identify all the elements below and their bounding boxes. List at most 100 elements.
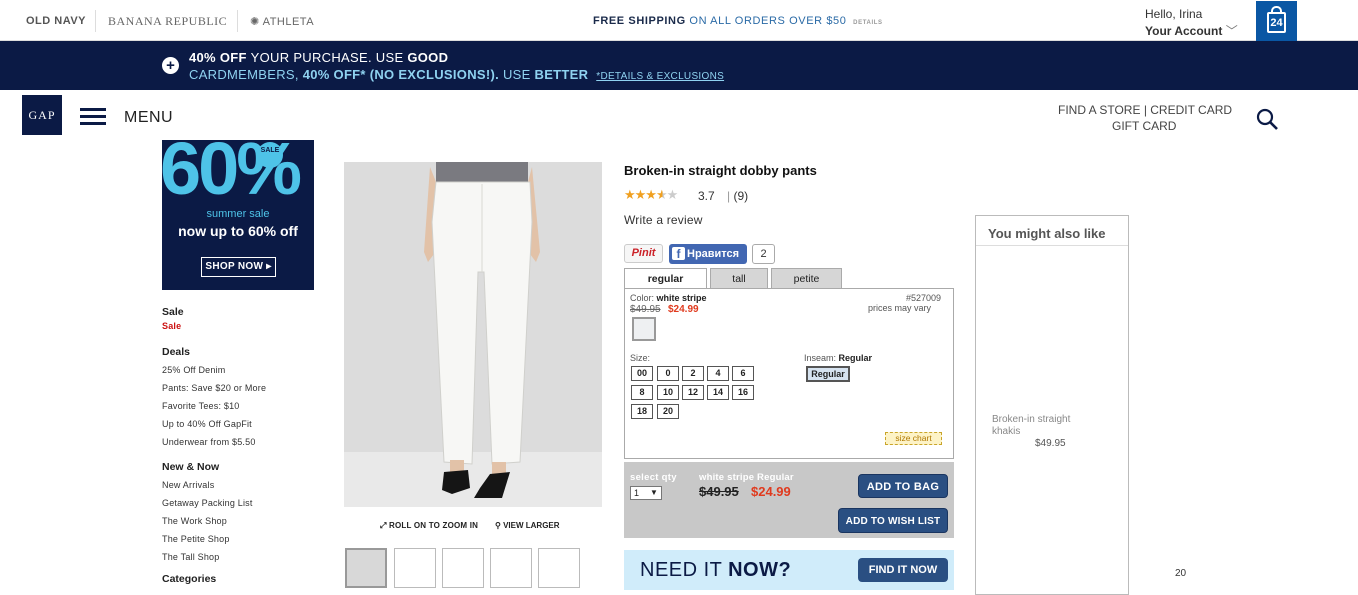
- nav-new-item[interactable]: New Arrivals: [162, 480, 214, 490]
- size-option[interactable]: 0: [657, 366, 679, 381]
- review-count[interactable]: | (9): [727, 189, 748, 203]
- select-qty-label: select qty: [630, 472, 677, 483]
- thumbnail-active[interactable]: [345, 548, 387, 588]
- size-option[interactable]: 8: [631, 385, 653, 400]
- promo-bold: 40% OFF: [189, 50, 247, 65]
- selected-item-name: white stripe Regular: [699, 472, 794, 483]
- account-dropdown[interactable]: Your Account ﹀: [1145, 22, 1238, 39]
- shop-now-button[interactable]: SHOP NOW ▸: [201, 257, 276, 277]
- original-price: $49.95: [630, 304, 661, 315]
- brand-banana-republic[interactable]: BANANA REPUBLIC: [108, 14, 227, 29]
- rating-sep: |: [727, 189, 731, 203]
- thumbnail[interactable]: [538, 548, 580, 588]
- find-a-store-link[interactable]: FIND A STORE: [1058, 103, 1140, 117]
- thumbnail[interactable]: [394, 548, 436, 588]
- add-to-wish-list-button[interactable]: ADD TO WISH LIST: [838, 508, 948, 533]
- selected-original-price: $49.95: [699, 484, 739, 499]
- sale-headline: now up to 60% off: [178, 223, 298, 239]
- thumbnail[interactable]: [490, 548, 532, 588]
- size-option[interactable]: 12: [682, 385, 704, 400]
- brand-athleta[interactable]: ✺ ATHLETA: [250, 15, 314, 28]
- nav-new-item[interactable]: The Petite Shop: [162, 534, 230, 544]
- tab-regular[interactable]: regular: [624, 268, 707, 290]
- size-option[interactable]: 6: [732, 366, 754, 381]
- search-icon[interactable]: [1256, 108, 1278, 130]
- review-count-label: (9): [733, 189, 749, 203]
- color-label: Color: white stripe: [630, 293, 707, 303]
- prices-may-vary: prices may vary: [868, 303, 932, 313]
- promo-better: BETTER: [534, 67, 589, 82]
- brand-bar: OLD NAVY BANANA REPUBLIC ✺ ATHLETA FREE …: [0, 0, 1358, 41]
- write-review-link[interactable]: Write a review: [624, 213, 703, 227]
- account-label: Your Account: [1145, 24, 1223, 38]
- rec-item-name[interactable]: Broken-in straight: [992, 414, 1070, 425]
- size-option[interactable]: 00: [631, 366, 653, 381]
- find-it-now-button[interactable]: FIND IT NOW: [858, 558, 948, 582]
- shipping-details-link[interactable]: DETAILS: [853, 20, 882, 26]
- quantity-select[interactable]: 1 ▼: [630, 486, 662, 500]
- nav-categories-heading: Categories: [162, 573, 217, 585]
- details-exclusions-link[interactable]: *DETAILS & EXCLUSIONS: [596, 71, 724, 82]
- credit-card-link[interactable]: | CREDIT CARD: [1144, 103, 1232, 117]
- need-it-a: NEED IT: [640, 559, 723, 581]
- rec-item-name-2[interactable]: khakis: [992, 426, 1020, 437]
- shopping-bag-button[interactable]: 24: [1256, 1, 1297, 41]
- athleta-label: ATHLETA: [262, 16, 315, 28]
- inseam-regular-option[interactable]: Regular: [806, 366, 850, 382]
- gap-logo[interactable]: GAP: [22, 95, 62, 135]
- chevron-down-icon: ﹀: [1225, 24, 1238, 38]
- gift-card-link[interactable]: GIFT CARD: [1112, 119, 1176, 133]
- inseam-label: Inseam: Regular: [804, 353, 872, 363]
- sale-price: $24.99: [668, 304, 699, 315]
- view-larger-link[interactable]: ⚲ VIEW LARGER: [495, 521, 560, 530]
- color-swatch[interactable]: [632, 317, 656, 341]
- roll-to-zoom[interactable]: ⤢ ROLL ON TO ZOOM IN: [380, 521, 478, 531]
- recommendations-title: You might also like: [988, 226, 1106, 241]
- star-rating-icon: ★★★★★: [624, 187, 678, 202]
- nav-new-item[interactable]: The Tall Shop: [162, 552, 219, 562]
- promo-line-1: 40% OFF YOUR PURCHASE. USE GOOD: [189, 50, 448, 65]
- tab-petite[interactable]: petite: [771, 268, 842, 289]
- nav-deal-item[interactable]: Up to 40% Off GapFit: [162, 419, 252, 429]
- nav-new-item[interactable]: The Work Shop: [162, 516, 227, 526]
- size-option[interactable]: 18: [631, 404, 653, 419]
- divider: [976, 245, 1128, 246]
- hamburger-icon[interactable]: [80, 108, 106, 126]
- size-option[interactable]: 14: [707, 385, 729, 400]
- need-it-now-text: NEED IT NOW?: [640, 559, 791, 582]
- brand-old-navy[interactable]: OLD NAVY: [26, 15, 86, 27]
- nav-sale-link[interactable]: Sale: [162, 321, 181, 331]
- facebook-like-button[interactable]: f Нравится: [669, 244, 747, 264]
- recommendations-panel: [975, 215, 1129, 595]
- hello-user: Hello, Irina: [1145, 7, 1203, 21]
- nav-deal-item[interactable]: Favorite Tees: $10: [162, 401, 239, 411]
- size-label: Size:: [630, 353, 651, 363]
- size-option[interactable]: 16: [732, 385, 754, 400]
- size-chart-link[interactable]: size chart: [885, 432, 942, 445]
- size-option[interactable]: 2: [682, 366, 704, 381]
- promo-line-2: CARDMEMBERS, 40% OFF* (NO EXCLUSIONS!). …: [189, 67, 724, 82]
- promo-banner: + 40% OFF YOUR PURCHASE. USE GOOD CARDME…: [0, 41, 1358, 90]
- nav-deal-item[interactable]: 25% Off Denim: [162, 365, 225, 375]
- summer-sale-banner[interactable]: 60% SALE summer sale now up to 60% off S…: [162, 140, 314, 290]
- inseam-value: Regular: [838, 353, 873, 363]
- size-option[interactable]: 10: [657, 385, 679, 400]
- nav-deal-item[interactable]: Pants: Save $20 or More: [162, 383, 266, 393]
- nav-deal-item[interactable]: Underwear from $5.50: [162, 437, 256, 447]
- pin-it-button[interactable]: Pinit: [624, 244, 663, 263]
- zoom-icon: ⤢: [380, 521, 390, 530]
- tab-tall[interactable]: tall: [710, 268, 768, 289]
- inseam-label-text: Inseam:: [804, 353, 837, 363]
- expand-plus-icon[interactable]: +: [162, 57, 179, 74]
- menu-button[interactable]: MENU: [124, 109, 173, 127]
- nav-new-item[interactable]: Getaway Packing List: [162, 498, 253, 508]
- rating-value: 3.7: [698, 189, 715, 203]
- add-to-bag-button[interactable]: ADD TO BAG: [858, 474, 948, 498]
- product-image[interactable]: [344, 162, 602, 507]
- size-option[interactable]: 4: [707, 366, 729, 381]
- color-label-text: Color:: [630, 293, 655, 303]
- thumbnail[interactable]: [442, 548, 484, 588]
- free-shipping-banner[interactable]: FREE SHIPPING ON ALL ORDERS OVER $50 DET…: [593, 15, 883, 27]
- size-option[interactable]: 20: [657, 404, 679, 419]
- fb-like-label: Нравится: [687, 248, 740, 260]
